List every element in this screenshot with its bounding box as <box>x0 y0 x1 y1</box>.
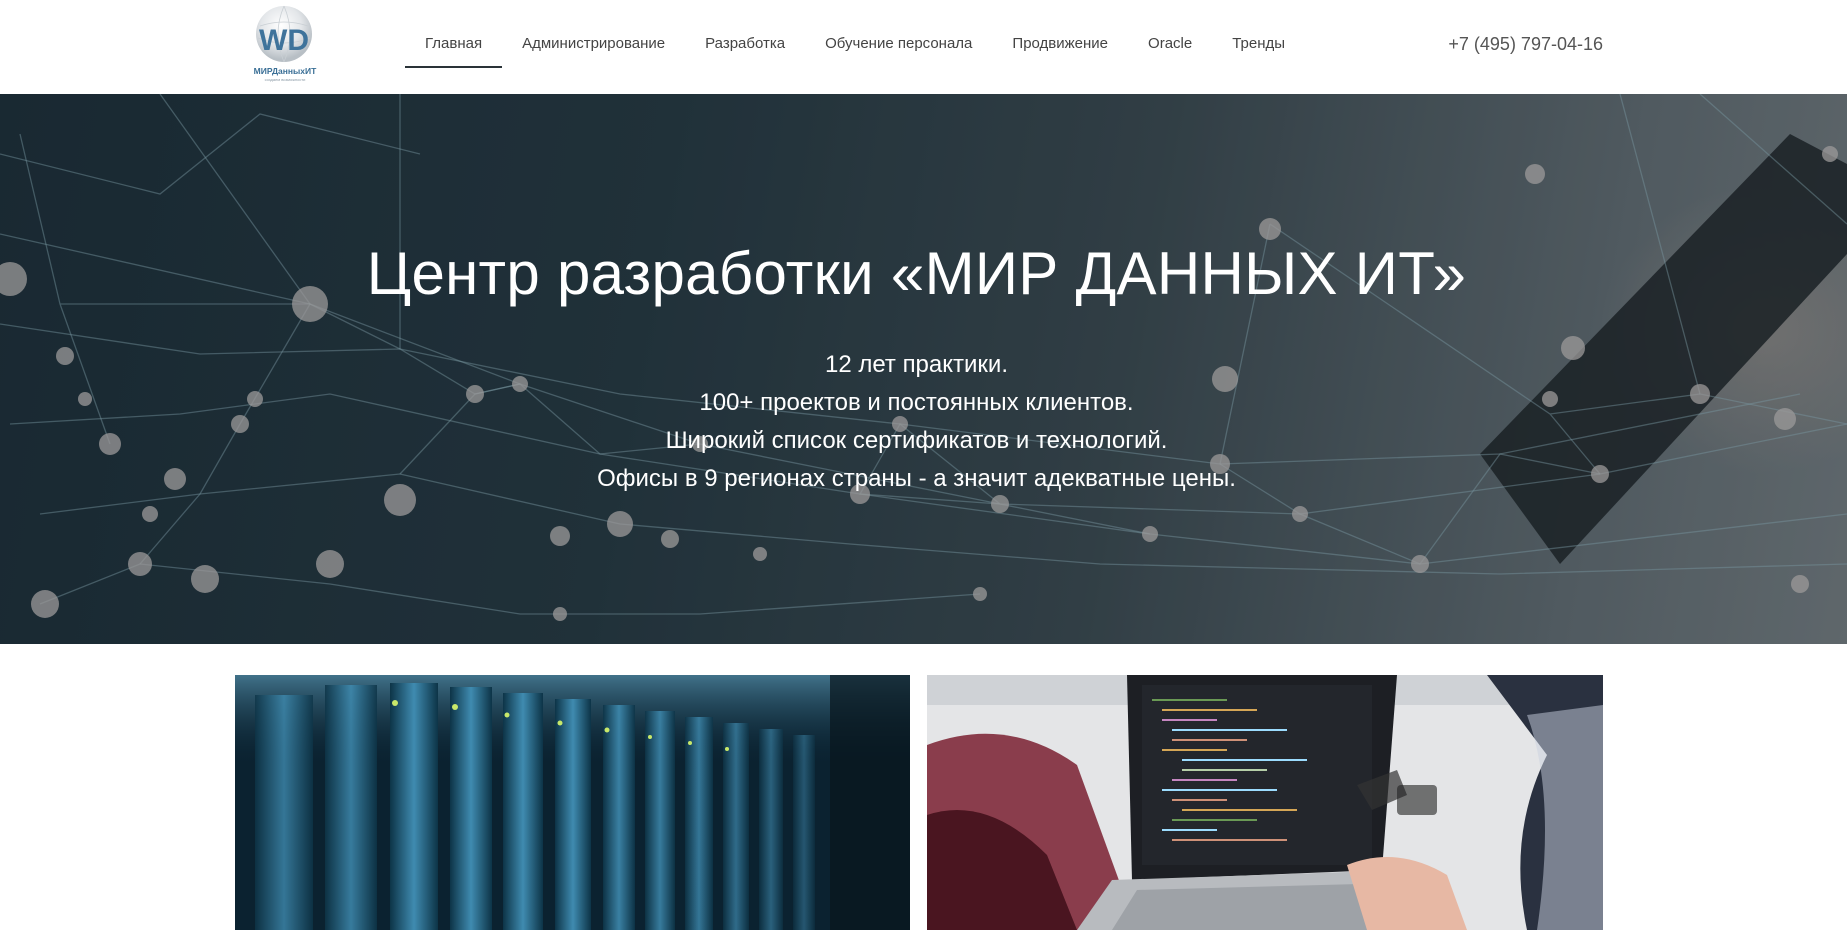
card-administration-image[interactable] <box>235 675 910 930</box>
main-nav: Главная Администрирование Разработка Обу… <box>405 0 1305 94</box>
nav-item-training[interactable]: Обучение персонала <box>805 0 992 94</box>
hero-description: 12 лет практики. 100+ проектов и постоян… <box>0 346 1833 498</box>
hero-line-certificates: Широкий список сертификатов и технологий… <box>665 427 1168 454</box>
logo-monogram: WD <box>259 24 309 57</box>
hero-line-experience: 12 лет практики. <box>824 351 1008 378</box>
phone-number[interactable]: +7 (495) 797-04-16 <box>1448 34 1603 55</box>
nav-item-development[interactable]: Разработка <box>685 0 805 94</box>
server-rack-image <box>235 675 910 930</box>
hero-banner: Центр разработки «МИР ДАННЫХ ИТ» 12 лет … <box>0 94 1847 644</box>
logo-globe-icon: WD <box>256 5 312 63</box>
hero-line-projects: 100+ проектов и постоянных клиентов. <box>699 389 1134 416</box>
laptop-code-image <box>927 675 1603 930</box>
site-logo[interactable]: WD МИРДанныхИТ создаем возможности <box>250 4 320 84</box>
logo-name: МИРДанныхИТ <box>253 66 317 76</box>
card-development-image[interactable] <box>927 675 1603 930</box>
nav-item-administration[interactable]: Администрирование <box>502 0 685 94</box>
logo-tagline: создаем возможности <box>264 77 306 82</box>
nav-item-home[interactable]: Главная <box>405 0 503 94</box>
hero-line-offices: Офисы в 9 регионах страны - а значит аде… <box>597 465 1236 492</box>
nav-item-promotion[interactable]: Продвижение <box>992 0 1128 94</box>
nav-item-oracle[interactable]: Oracle <box>1128 0 1212 94</box>
nav-item-trends[interactable]: Тренды <box>1212 0 1305 94</box>
hero-title: Центр разработки «МИР ДАННЫХ ИТ» <box>366 240 1467 307</box>
svg-text:WD: WD <box>259 24 309 57</box>
site-header: WD МИРДанныхИТ создаем возможности Главн… <box>0 0 1847 94</box>
